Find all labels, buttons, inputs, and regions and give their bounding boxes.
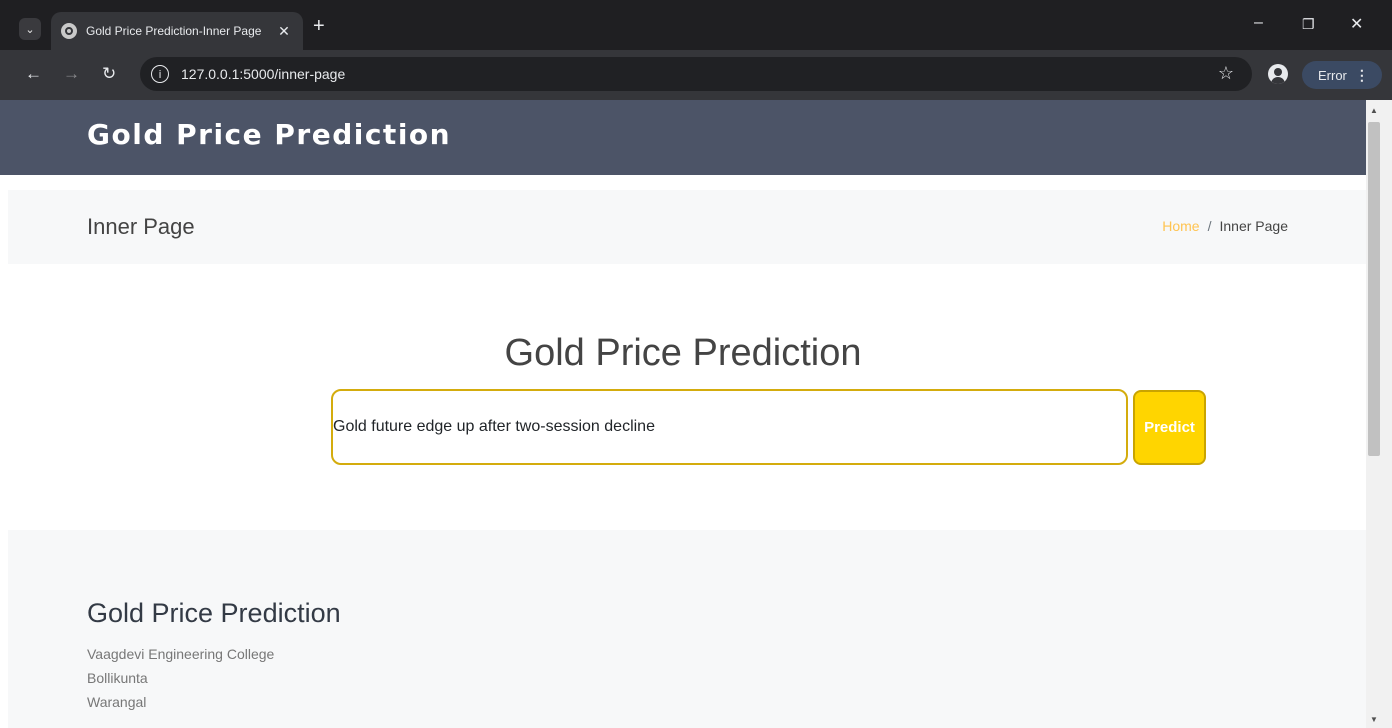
browser-tab-bar: ⌄ Gold Price Prediction-Inner Page ✕ + –…	[0, 0, 1392, 50]
site-info-icon[interactable]: i	[151, 65, 169, 83]
news-headline-input[interactable]	[331, 389, 1128, 465]
scroll-up-icon[interactable]: ▲	[1370, 106, 1378, 115]
footer-address-line: Warangal	[87, 694, 147, 710]
error-label: Error	[1318, 67, 1347, 83]
scroll-down-icon[interactable]: ▼	[1370, 715, 1378, 724]
bookmark-star-icon[interactable]: ☆	[1218, 63, 1234, 84]
url-text: 127.0.0.1:5000/inner-page	[181, 66, 346, 82]
scrollbar-thumb[interactable]	[1368, 122, 1380, 456]
close-window-icon[interactable]: ✕	[1350, 14, 1363, 34]
page-title: Inner Page	[87, 214, 195, 239]
breadcrumb-current: Inner Page	[1219, 218, 1289, 234]
browser-toolbar: ← → ↻ i 127.0.0.1:5000/inner-page ☆ Erro…	[0, 50, 1392, 100]
profile-icon[interactable]	[1268, 64, 1288, 84]
footer-address-line: Vaagdevi Engineering College	[87, 646, 275, 662]
close-tab-icon[interactable]: ✕	[275, 23, 293, 40]
footer-title: Gold Price Prediction	[87, 598, 341, 628]
tab-search-icon[interactable]: ⌄	[19, 18, 41, 40]
breadcrumb-separator: /	[1207, 218, 1212, 234]
address-bar[interactable]: i 127.0.0.1:5000/inner-page ☆	[140, 57, 1252, 91]
minimize-icon[interactable]: –	[1254, 14, 1263, 32]
breadcrumb: Home / Inner Page	[1162, 218, 1288, 234]
forward-icon[interactable]: →	[63, 64, 80, 84]
tab-title: Gold Price Prediction-Inner Page	[86, 24, 262, 38]
prediction-heading: Gold Price Prediction	[504, 332, 862, 374]
breadcrumb-home-link[interactable]: Home	[1162, 218, 1199, 234]
globe-icon	[61, 23, 77, 39]
page-content: Gold Price Prediction Inner Page Home / In…	[0, 100, 1366, 728]
menu-dots-icon: ⋮	[1354, 66, 1369, 83]
footer: Gold Price Prediction Vaagdevi Engineeri…	[8, 530, 1366, 728]
error-button[interactable]: Error ⋮	[1302, 61, 1382, 89]
reload-icon[interactable]: ↻	[102, 64, 116, 84]
restore-icon[interactable]: ❐	[1302, 16, 1315, 33]
browser-tab[interactable]: Gold Price Prediction-Inner Page ✕	[51, 12, 303, 50]
breadcrumb-section: Inner Page Home / Inner Page	[8, 190, 1366, 264]
site-logo[interactable]: Gold Price Prediction	[87, 118, 451, 151]
new-tab-icon[interactable]: +	[313, 16, 325, 36]
site-header: Gold Price Prediction	[0, 100, 1366, 175]
back-icon[interactable]: ←	[25, 64, 42, 84]
footer-address-line: Bollikunta	[87, 670, 148, 686]
predict-button[interactable]: Predict	[1133, 390, 1206, 465]
